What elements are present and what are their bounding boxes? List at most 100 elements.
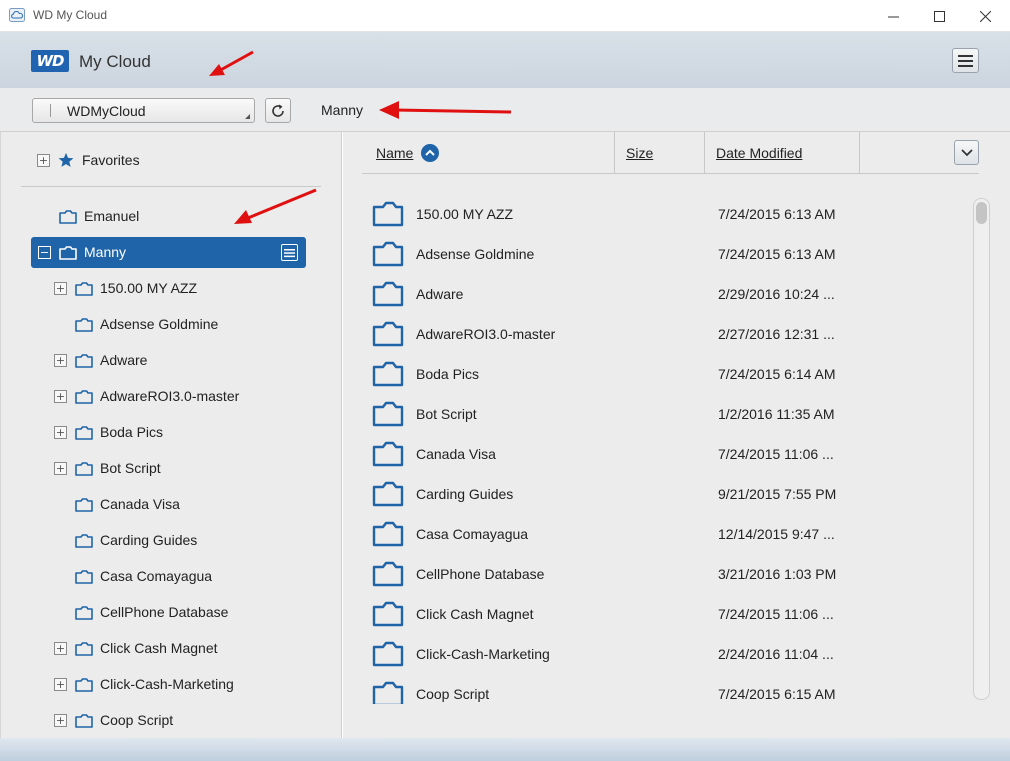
file-name: Adware (416, 286, 464, 302)
expand-icon[interactable]: + (54, 353, 67, 367)
window-title: WD My Cloud (33, 8, 108, 22)
folder-icon (75, 677, 93, 692)
sidebar-item-label: 150.00 MY AZZ (100, 280, 198, 296)
sidebar-item-label: Click Cash Magnet (100, 640, 218, 656)
sidebar-item-manny[interactable]: − Manny (31, 237, 306, 268)
hamburger-icon (958, 54, 973, 67)
file-date: 7/24/2015 6:14 AM (718, 366, 836, 382)
maximize-icon (933, 10, 945, 22)
favorites-row[interactable]: + Favorites (37, 145, 140, 175)
device-select[interactable]: WDMyCloud (32, 98, 255, 123)
folder-icon (75, 461, 93, 476)
folder-icon (372, 401, 404, 427)
folder-icon (75, 569, 93, 584)
column-separator[interactable] (614, 132, 615, 173)
sidebar-item-label: AdwareROI3.0-master (100, 388, 240, 404)
column-separator[interactable] (859, 132, 860, 173)
sidebar-item-adwareroi[interactable]: + AdwareROI3.0-master (54, 381, 239, 411)
file-row[interactable]: CellPhone Database 3/21/2016 1:03 PM (372, 554, 962, 594)
folder-icon (372, 441, 404, 467)
expand-icon[interactable]: + (54, 713, 67, 727)
folder-menu-button[interactable] (281, 244, 298, 261)
sidebar-item-emanuel[interactable]: Emanuel (59, 201, 139, 231)
sidebar-item-boda-pics[interactable]: + Boda Pics (54, 417, 163, 447)
sidebar-item-adsense-goldmine[interactable]: Adsense Goldmine (75, 309, 218, 339)
file-date: 7/24/2015 11:06 ... (718, 606, 834, 622)
file-name: Bot Script (416, 406, 477, 422)
file-row[interactable]: Canada Visa 7/24/2015 11:06 ... (372, 434, 962, 474)
close-button[interactable] (962, 0, 1008, 32)
file-row[interactable]: AdwareROI3.0-master 2/27/2016 12:31 ... (372, 314, 962, 354)
column-options-button[interactable] (954, 140, 979, 165)
sidebar-item-canada-visa[interactable]: Canada Visa (75, 489, 180, 519)
file-name: 150.00 MY AZZ (416, 206, 514, 222)
column-header-date-modified[interactable]: Date Modified (716, 132, 802, 173)
sort-ascending-icon (421, 143, 440, 162)
sidebar-item-label: Canada Visa (100, 496, 180, 512)
file-date: 9/21/2015 7:55 PM (718, 486, 837, 502)
sidebar-item-carding-guides[interactable]: Carding Guides (75, 525, 197, 555)
breadcrumb: Manny (321, 102, 364, 118)
folder-icon (372, 681, 404, 704)
bottom-edge (0, 738, 1010, 761)
expand-icon[interactable]: + (54, 461, 67, 475)
file-name: Carding Guides (416, 486, 514, 502)
column-header-name[interactable]: Name (376, 132, 440, 173)
sidebar-item-label: Boda Pics (100, 424, 164, 440)
file-name: Click-Cash-Marketing (416, 646, 550, 662)
file-row[interactable]: Click Cash Magnet 7/24/2015 11:06 ... (372, 594, 962, 634)
sidebar-item-cellphone-database[interactable]: CellPhone Database (75, 597, 228, 627)
window-titlebar: WD My Cloud (0, 0, 1010, 32)
refresh-button[interactable] (265, 98, 291, 123)
file-row[interactable]: Coop Script 7/24/2015 6:15 AM (372, 674, 962, 704)
expand-icon[interactable]: + (37, 153, 50, 167)
minimize-icon (887, 16, 899, 17)
expand-icon[interactable]: + (54, 389, 67, 403)
folder-icon (75, 425, 93, 440)
expand-icon[interactable]: + (54, 677, 67, 691)
folder-icon (75, 533, 93, 548)
sidebar-item-adware[interactable]: + Adware (54, 345, 147, 375)
file-row[interactable]: Casa Comayagua 12/14/2015 9:47 ... (372, 514, 962, 554)
wd-logo: WD (31, 50, 69, 72)
file-row[interactable]: Adware 2/29/2016 10:24 ... (372, 274, 962, 314)
sidebar-item-150-my-azz[interactable]: + 150.00 MY AZZ (54, 273, 197, 303)
file-date: 2/29/2016 10:24 ... (718, 286, 835, 302)
sidebar-item-click-cash-magnet[interactable]: + Click Cash Magnet (54, 633, 218, 663)
expand-icon[interactable]: + (54, 425, 67, 439)
column-header-size[interactable]: Size (626, 132, 653, 173)
column-header-label: Size (626, 144, 654, 161)
sidebar-item-bot-script[interactable]: + Bot Script (54, 453, 161, 483)
expand-icon[interactable]: + (54, 641, 67, 655)
annotation-arrow-icon (234, 188, 317, 224)
chevron-down-icon (960, 148, 973, 156)
sidebar-item-click-cash-marketing[interactable]: + Click-Cash-Marketing (54, 669, 234, 699)
folder-icon (372, 241, 404, 267)
sidebar-item-label: Casa Comayagua (100, 568, 213, 584)
sidebar-item-coop-script[interactable]: + Coop Script (54, 705, 173, 735)
sidebar-item-label: Carding Guides (100, 532, 198, 548)
file-row[interactable]: Adsense Goldmine 7/24/2015 6:13 AM (372, 234, 962, 274)
refresh-icon (272, 104, 284, 117)
folder-icon (59, 209, 77, 224)
column-separator[interactable] (704, 132, 705, 173)
main-menu-button[interactable] (952, 48, 979, 73)
file-row[interactable]: Bot Script 1/2/2016 11:35 AM (372, 394, 962, 434)
sidebar-item-casa-comayagua[interactable]: Casa Comayagua (75, 561, 212, 591)
file-row[interactable]: Click-Cash-Marketing 2/24/2016 11:04 ... (372, 634, 962, 674)
collapse-icon[interactable]: − (38, 245, 51, 259)
expand-icon[interactable]: + (54, 281, 67, 295)
maximize-button[interactable] (916, 0, 962, 32)
file-row[interactable]: Carding Guides 9/21/2015 7:55 PM (372, 474, 962, 514)
minimize-button[interactable] (870, 0, 916, 32)
favorites-label: Favorites (82, 152, 140, 168)
file-row[interactable]: Boda Pics 7/24/2015 6:14 AM (372, 354, 962, 394)
scrollbar-thumb[interactable] (976, 202, 987, 224)
folder-icon (372, 641, 404, 667)
folder-icon (75, 605, 93, 620)
column-header-label: Name (376, 144, 414, 161)
file-row[interactable]: 150.00 MY AZZ 7/24/2015 6:13 AM (372, 194, 962, 234)
sidebar-item-label: Emanuel (84, 208, 140, 224)
sidebar-item-label: Adware (100, 352, 148, 368)
vertical-scrollbar[interactable] (973, 198, 990, 700)
